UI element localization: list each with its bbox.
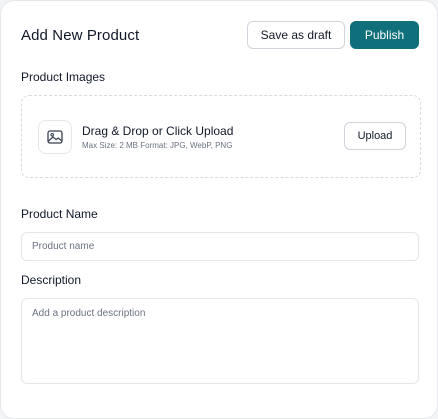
dropzone-hint: Max Size: 2 MB Format: JPG, WebP, PNG bbox=[82, 141, 233, 150]
upload-button[interactable]: Upload bbox=[344, 122, 406, 150]
image-icon bbox=[47, 130, 63, 144]
dropzone-title: Drag & Drop or Click Upload bbox=[82, 124, 234, 138]
save-as-draft-button[interactable]: Save as draft bbox=[247, 21, 345, 49]
page-title: Add New Product bbox=[21, 27, 140, 44]
product-name-input[interactable] bbox=[21, 232, 419, 261]
publish-button[interactable]: Publish bbox=[350, 21, 419, 49]
image-icon-box bbox=[38, 120, 72, 154]
add-product-card: Add New Product Save as draft Publish Pr… bbox=[0, 0, 438, 419]
image-dropzone[interactable]: Drag & Drop or Click Upload Max Size: 2 … bbox=[21, 95, 421, 178]
header: Add New Product Save as draft Publish bbox=[21, 21, 419, 49]
product-name-label: Product Name bbox=[21, 207, 98, 221]
description-textarea[interactable] bbox=[21, 298, 419, 384]
product-images-label: Product Images bbox=[21, 70, 106, 84]
description-label: Description bbox=[21, 273, 82, 287]
